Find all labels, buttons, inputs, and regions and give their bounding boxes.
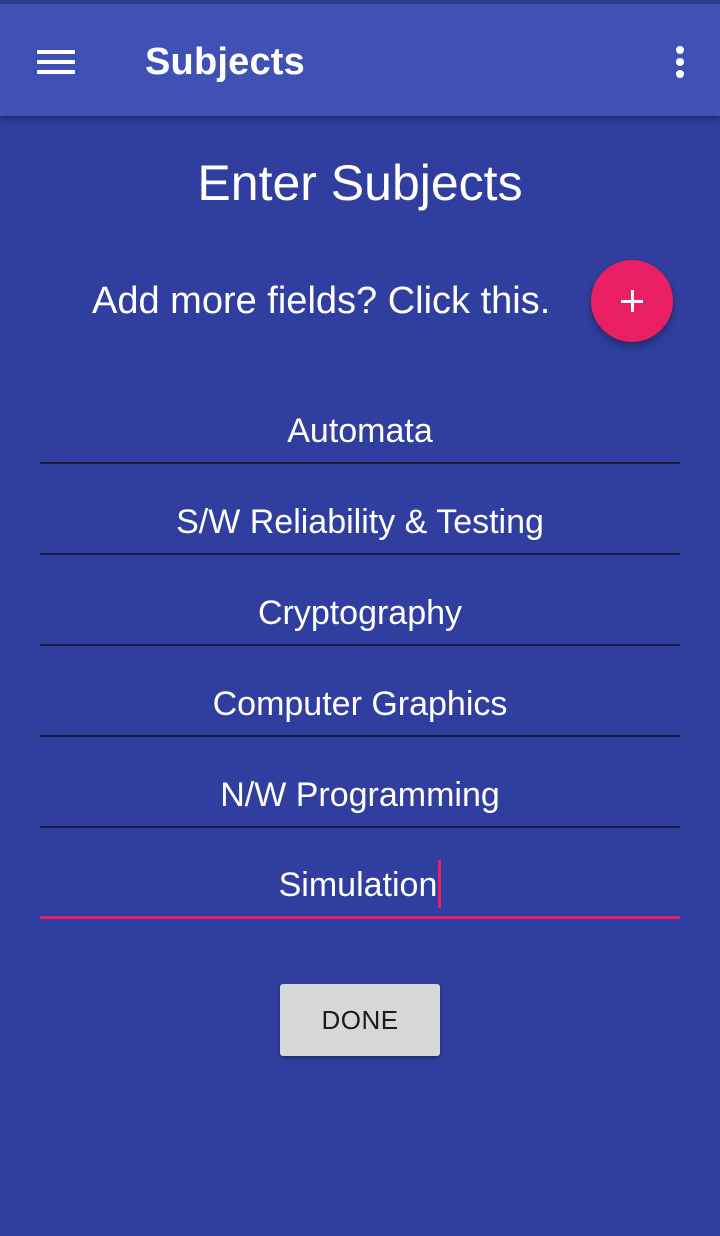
overflow-dot xyxy=(676,70,684,78)
menu-icon[interactable] xyxy=(20,26,92,98)
subject-field-3[interactable]: Cryptography xyxy=(40,584,680,646)
page-heading: Enter Subjects xyxy=(197,155,523,211)
subject-field-value: Automata xyxy=(287,412,433,450)
overflow-dot xyxy=(676,58,684,66)
subject-field-4[interactable]: Computer Graphics xyxy=(40,675,680,737)
app-title: Subjects xyxy=(145,41,305,83)
plus-icon xyxy=(631,290,634,312)
more-options-icon[interactable] xyxy=(660,26,700,98)
subject-field-value: N/W Programming xyxy=(220,776,500,814)
menu-icon-bar xyxy=(37,60,75,64)
text-cursor xyxy=(438,860,442,909)
menu-icon-bar xyxy=(37,50,75,54)
overflow-dot xyxy=(676,46,684,54)
add-field-button[interactable] xyxy=(591,260,673,342)
subject-field-1[interactable]: Automata xyxy=(40,402,680,464)
subject-field-2[interactable]: S/W Reliability & Testing xyxy=(40,493,680,555)
app-bar: Subjects xyxy=(0,0,720,116)
subject-field-value: S/W Reliability & Testing xyxy=(176,503,544,541)
subject-field-6[interactable]: Simulation xyxy=(40,856,680,919)
subject-field-value-wrap: Simulation xyxy=(40,856,680,914)
subject-field-value: Simulation xyxy=(278,866,438,904)
menu-icon-bar xyxy=(37,70,75,74)
subject-field-5[interactable]: N/W Programming xyxy=(40,766,680,828)
subject-field-value: Computer Graphics xyxy=(212,685,508,723)
done-button[interactable]: DONE xyxy=(280,984,440,1056)
subject-field-value: Cryptography xyxy=(257,594,463,632)
add-fields-prompt: Add more fields? Click this. xyxy=(92,280,551,322)
